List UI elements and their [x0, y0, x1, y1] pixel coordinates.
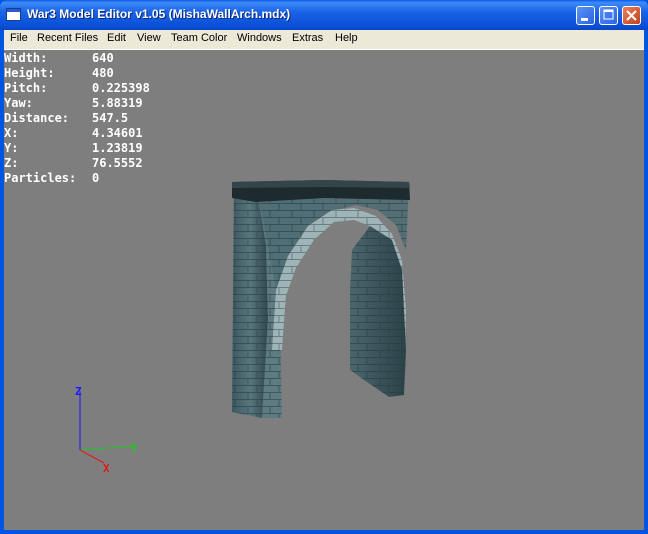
- menu-team-color[interactable]: Team Color: [171, 32, 227, 44]
- x-axis-label: X: [103, 462, 110, 475]
- menu-help[interactable]: Help: [335, 32, 358, 44]
- minimize-button[interactable]: [576, 6, 595, 25]
- title-bar[interactable]: War3 Model Editor v1.05 (MishaWallArch.m…: [0, 0, 648, 30]
- maximize-button[interactable]: [599, 6, 618, 25]
- y-axis-line: [79, 445, 135, 451]
- menu-bar: File Recent Files Edit View Team Color W…: [4, 30, 644, 50]
- menu-recent-files[interactable]: Recent Files: [37, 32, 98, 44]
- menu-extras[interactable]: Extras: [292, 32, 323, 44]
- app-window-icon[interactable]: [6, 8, 21, 21]
- menu-file[interactable]: File: [10, 32, 28, 44]
- y-axis-label: Y: [131, 442, 138, 455]
- close-icon: [626, 10, 637, 21]
- minimize-icon: [581, 18, 588, 21]
- window-title: War3 Model Editor v1.05 (MishaWallArch.m…: [27, 7, 291, 21]
- maximize-icon: [603, 9, 614, 20]
- menu-edit[interactable]: Edit: [107, 32, 126, 44]
- close-button[interactable]: [622, 6, 641, 25]
- model-viewport[interactable]: Z Y X Width: 640 Height: 480 Pitch: 0.22539…: [4, 50, 644, 530]
- menu-view[interactable]: View: [137, 32, 161, 44]
- menu-windows[interactable]: Windows: [237, 32, 282, 44]
- x-axis-line: [79, 449, 105, 464]
- app-window: War3 Model Editor v1.05 (MishaWallArch.m…: [0, 0, 648, 534]
- z-axis-label: Z: [75, 385, 82, 398]
